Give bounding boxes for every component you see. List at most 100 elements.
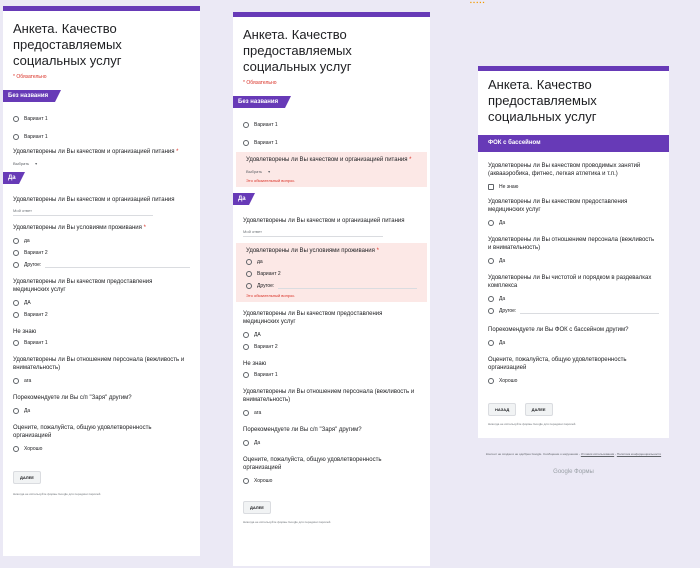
option-radio[interactable]: Да xyxy=(3,406,200,416)
question-error-box: Удовлетворены ли Вы качеством и организа… xyxy=(236,152,427,187)
radio-icon[interactable] xyxy=(13,250,19,256)
footer-note: Никогда не используйте формы Google для … xyxy=(243,520,332,524)
radio-icon[interactable] xyxy=(13,340,19,346)
option-radio[interactable]: Да xyxy=(478,294,669,304)
form-panel-2: Анкета. Качество предоставляемых социаль… xyxy=(233,12,430,566)
radio-icon[interactable] xyxy=(13,300,19,306)
option-radio[interactable]: Вариант 1 xyxy=(3,338,200,348)
short-answer-input[interactable]: Мой ответ xyxy=(13,208,153,216)
question-title: Удовлетворены ли Вы качеством проводимых… xyxy=(488,163,641,177)
answer-dropdown[interactable]: Выбрать ▾ xyxy=(3,158,200,168)
option-radio[interactable]: Вариант 2 xyxy=(236,269,427,279)
browser-toolbar-icons: ▪ ▪ ▪ ▪ ▪ xyxy=(470,0,485,6)
option-radio[interactable]: ага xyxy=(233,408,430,418)
option-other[interactable]: Другое: xyxy=(236,281,427,291)
form-panel-1: Анкета. Качество предоставляемых социаль… xyxy=(3,6,200,556)
section-header: Да xyxy=(233,193,430,205)
radio-icon[interactable] xyxy=(13,378,19,384)
section-title: Без названия xyxy=(3,90,61,102)
radio-icon[interactable] xyxy=(243,372,249,378)
question-title: Порекомендуете ли Вы ФОК с бассейном дру… xyxy=(488,327,629,333)
option-radio[interactable]: Вариант 1 xyxy=(3,132,200,142)
question-title: Оцените, пожалуйста, общую удовлетворенн… xyxy=(13,425,152,439)
radio-icon[interactable] xyxy=(246,283,252,289)
section-title: Без названия xyxy=(233,96,291,108)
footer-note: Никогда не используйте формы Google для … xyxy=(488,422,577,426)
question-title: Удовлетворены ли Вы качеством предоставл… xyxy=(488,199,628,213)
radio-icon[interactable] xyxy=(13,312,19,318)
error-message: Это обязательный вопрос. xyxy=(246,178,296,183)
radio-icon[interactable] xyxy=(13,238,19,244)
privacy-link[interactable]: Политика конфиденциальности xyxy=(617,452,661,456)
radio-icon[interactable] xyxy=(13,408,19,414)
question-title: Удовлетворены ли Вы отношением персонала… xyxy=(243,389,415,403)
option-radio[interactable]: Вариант 2 xyxy=(233,342,430,352)
radio-icon[interactable] xyxy=(13,134,19,140)
option-radio[interactable]: Вариант 1 xyxy=(233,120,430,130)
question-title: Порекомендуете ли Вы с/п "Заря" другим? xyxy=(243,427,362,433)
radio-icon[interactable] xyxy=(488,378,494,384)
question-title: Удовлетворены ли Вы условиями проживания… xyxy=(246,248,379,254)
other-input[interactable] xyxy=(520,308,659,314)
question-title: Удовлетворены ли Вы качеством и организа… xyxy=(13,197,175,203)
error-message: Это обязательный вопрос. xyxy=(246,293,296,298)
google-forms-logo: Google Формы xyxy=(553,469,594,475)
option-other[interactable]: Другое: xyxy=(3,260,200,270)
radio-icon[interactable] xyxy=(243,410,249,416)
checkbox-icon[interactable] xyxy=(488,184,494,190)
option-radio[interactable]: Да xyxy=(478,256,669,266)
radio-icon[interactable] xyxy=(13,262,19,268)
radio-icon[interactable] xyxy=(243,440,249,446)
option-radio[interactable]: Хорошо xyxy=(233,476,430,486)
next-button[interactable]: ДАЛЕЕ xyxy=(243,501,271,514)
answer-dropdown[interactable]: Выбрать ▾ xyxy=(236,166,427,176)
option-other[interactable]: Другое: xyxy=(478,306,669,316)
option-radio[interactable]: Вариант 1 xyxy=(233,370,430,380)
section-title: Да xyxy=(233,193,255,205)
next-button[interactable]: ДАЛЕЕ xyxy=(524,403,553,416)
other-input[interactable] xyxy=(278,283,417,289)
question-title: Удовлетворены ли Вы качеством предоставл… xyxy=(13,279,153,293)
next-button[interactable]: ДАЛЕЕ xyxy=(13,471,41,484)
option-radio[interactable]: Вариант 1 xyxy=(233,138,430,148)
radio-icon[interactable] xyxy=(243,332,249,338)
option-radio[interactable]: ага xyxy=(3,376,200,386)
other-input[interactable] xyxy=(45,262,190,268)
radio-icon[interactable] xyxy=(488,220,494,226)
question-title: Оцените, пожалуйста, общую удовлетворенн… xyxy=(488,357,627,371)
option-radio[interactable]: Вариант 2 xyxy=(3,248,200,258)
radio-icon[interactable] xyxy=(488,308,494,314)
option-radio[interactable]: Да xyxy=(233,438,430,448)
footer-note: Никогда не используйте формы Google для … xyxy=(13,492,102,496)
option-radio[interactable]: ДА xyxy=(233,330,430,340)
option-radio[interactable]: Хорошо xyxy=(3,444,200,454)
question-title: Удовлетворены ли Вы чистотой и порядком … xyxy=(488,275,652,289)
terms-link[interactable]: Условия использования xyxy=(581,452,614,456)
question-title: Удовлетворены ли Вы качеством предоставл… xyxy=(243,311,383,325)
short-answer-input[interactable]: Мой ответ xyxy=(243,229,383,237)
radio-icon[interactable] xyxy=(246,271,252,277)
option-radio[interactable]: Да xyxy=(478,338,669,348)
option-radio[interactable]: ДА xyxy=(3,298,200,308)
radio-icon[interactable] xyxy=(243,344,249,350)
option-radio[interactable]: Вариант 1 xyxy=(3,114,200,124)
radio-icon[interactable] xyxy=(243,122,249,128)
radio-icon[interactable] xyxy=(13,116,19,122)
back-button[interactable]: НАЗАД xyxy=(488,403,517,416)
radio-icon[interactable] xyxy=(246,259,252,265)
option-radio[interactable]: да xyxy=(236,257,427,267)
option-checkbox[interactable]: Не знаю xyxy=(478,182,669,192)
question-title: Оцените, пожалуйста, общую удовлетворенн… xyxy=(243,457,382,471)
option-radio[interactable]: да xyxy=(3,236,200,246)
radio-icon[interactable] xyxy=(243,140,249,146)
option-radio[interactable]: Вариант 2 xyxy=(3,310,200,320)
radio-icon[interactable] xyxy=(488,258,494,264)
radio-icon[interactable] xyxy=(243,478,249,484)
section-header: Да xyxy=(3,172,200,184)
radio-icon[interactable] xyxy=(488,340,494,346)
radio-icon[interactable] xyxy=(488,296,494,302)
option-radio[interactable]: Да xyxy=(478,218,669,228)
radio-icon[interactable] xyxy=(13,446,19,452)
question-title: Не знаю xyxy=(243,361,267,367)
option-radio[interactable]: Хорошо xyxy=(478,376,669,386)
